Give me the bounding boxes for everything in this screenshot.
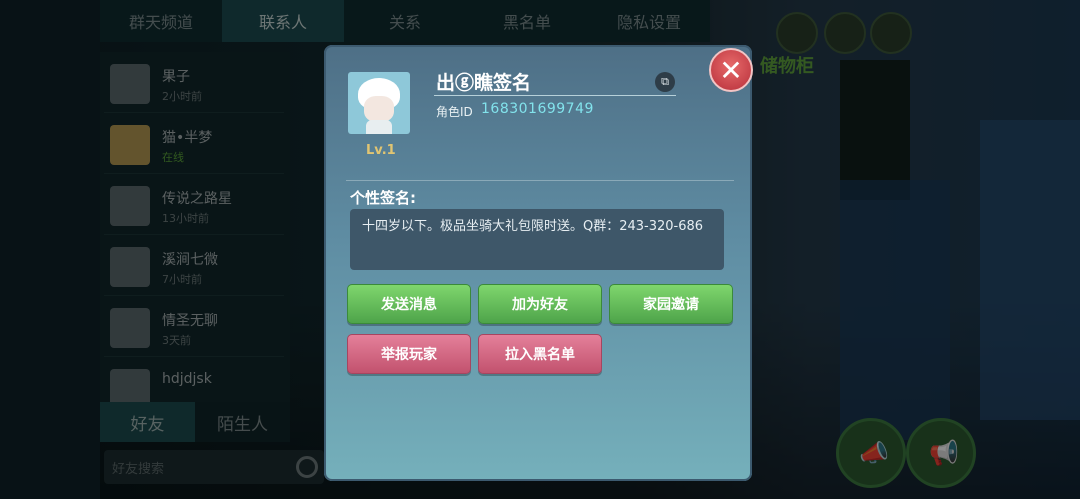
home-invite-button[interactable]: 家园邀请 (609, 284, 733, 324)
signature-title: 个性签名: (350, 189, 416, 207)
avatar (348, 72, 410, 134)
report-player-button[interactable]: 举报玩家 (347, 334, 471, 374)
send-message-button[interactable]: 发送消息 (347, 284, 471, 324)
name-underline (434, 95, 676, 96)
signature-box: 十四岁以下。极品坐骑大礼包限时送。Q群：243-320-686 (350, 209, 724, 270)
close-icon: ✕ (719, 53, 743, 87)
id-value: 168301699749 (481, 101, 594, 117)
divider (346, 180, 734, 181)
copy-icon[interactable]: ⧉ (655, 72, 675, 92)
close-button[interactable]: ✕ (709, 48, 753, 92)
signature-text: 十四岁以下。极品坐骑大礼包限时送。Q群：243-320-686 (362, 219, 704, 234)
id-label: 角色ID (436, 105, 473, 119)
add-friend-button[interactable]: 加为好友 (478, 284, 602, 324)
blacklist-button[interactable]: 拉入黑名单 (478, 334, 602, 374)
player-name: 出ⓖ瞧签名 (436, 72, 532, 94)
player-level: Lv.1 (366, 143, 396, 158)
